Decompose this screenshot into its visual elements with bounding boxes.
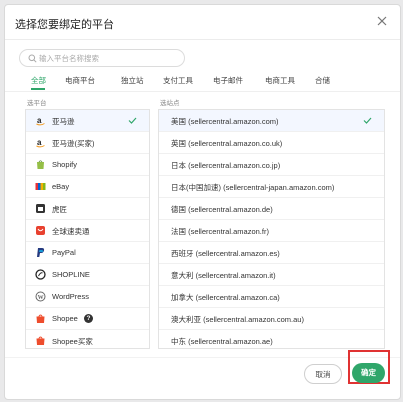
svg-text:a: a — [37, 116, 42, 125]
active-tab-indicator — [31, 88, 45, 90]
platform-item-label: WordPress — [52, 292, 89, 301]
platform-item-shopify[interactable]: Shopify — [26, 154, 149, 176]
tab-warehouse[interactable]: 合储 — [315, 75, 330, 86]
platform-section-label: 选平台 — [27, 100, 47, 107]
search-input[interactable] — [39, 52, 179, 64]
wordpress-icon: W — [35, 291, 46, 302]
site-item-it[interactable]: 意大利 (sellercentral.amazon.it) — [159, 264, 384, 286]
dialog-title: 选择您要绑定的平台 — [15, 19, 114, 31]
cancel-button[interactable]: 取消 — [304, 364, 342, 384]
shopee-icon — [36, 336, 45, 345]
site-item-ae[interactable]: 中东 (sellercentral.amazon.ae) — [159, 330, 384, 348]
site-item-label: 英国 (sellercentral.amazon.co.uk) — [171, 139, 283, 148]
site-item-jp[interactable]: 日本 (sellercentral.amazon.co.jp) — [159, 154, 384, 176]
platform-item-label: 亚马逊(买家) — [52, 139, 95, 148]
platform-item-label: 亚马逊 — [52, 117, 75, 126]
site-item-label: 中东 (sellercentral.amazon.ae) — [171, 337, 273, 346]
site-item-uk[interactable]: 英国 (sellercentral.amazon.co.uk) — [159, 132, 384, 154]
site-item-label: 日本 (sellercentral.amazon.co.jp) — [171, 161, 281, 170]
site-section-label: 选站点 — [160, 100, 180, 107]
category-tabs: 全部 电商平台 独立站 支付工具 电子邮件 电商工具 合储 — [5, 73, 400, 90]
svg-text:a: a — [37, 138, 42, 147]
site-item-label: 日本(中国加速) (sellercentral-japan.amazon.com… — [171, 183, 335, 192]
bind-platform-dialog: 选择您要绑定的平台 全部 电商平台 独立站 支付工具 电子邮件 电商工具 合储 … — [4, 4, 401, 400]
amazon-icon: a — [36, 138, 45, 148]
confirm-button[interactable]: 确定 — [352, 363, 385, 383]
tab-payment-tools[interactable]: 支付工具 — [163, 75, 193, 86]
platform-item-label: 虎匠 — [52, 205, 67, 214]
site-item-ca[interactable]: 加拿大 (sellercentral.amazon.ca) — [159, 286, 384, 308]
site-item-es[interactable]: 西班牙 (sellercentral.amazon.es) — [159, 242, 384, 264]
aliexpress-icon — [36, 226, 45, 235]
site-item-fr[interactable]: 法国 (sellercentral.amazon.fr) — [159, 220, 384, 242]
tab-ecommerce-tools[interactable]: 电商工具 — [265, 75, 295, 86]
check-icon — [128, 117, 137, 124]
platform-item-ebay[interactable]: eBay — [26, 176, 149, 198]
site-item-label: 意大利 (sellercentral.amazon.it) — [171, 271, 276, 280]
site-item-label: 美国 (sellercentral.amazon.com) — [171, 117, 279, 126]
amazon-icon: a — [36, 116, 45, 126]
close-icon[interactable] — [376, 15, 388, 27]
platform-item-paypal[interactable]: PayPal — [26, 242, 149, 264]
platform-item-label: Shopee买家 — [52, 337, 93, 346]
platform-item-store[interactable]: 虎匠 — [26, 198, 149, 220]
tabs-divider — [5, 91, 400, 92]
tab-email[interactable]: 电子邮件 — [213, 75, 243, 86]
platform-item-label: eBay — [52, 182, 70, 191]
shopline-icon — [35, 269, 46, 280]
platform-item-label: Shopee — [52, 314, 78, 323]
platform-search[interactable] — [19, 49, 185, 67]
store-icon — [36, 204, 45, 213]
site-item-label: 澳大利亚 (sellercentral.amazon.com.au) — [171, 315, 304, 324]
platform-item-amazon-buyer[interactable]: a 亚马逊(买家) — [26, 132, 149, 154]
help-icon[interactable]: ? — [84, 314, 93, 323]
search-icon — [28, 54, 37, 63]
svg-text:W: W — [38, 295, 44, 301]
site-item-label: 加拿大 (sellercentral.amazon.ca) — [171, 293, 280, 302]
footer-divider — [5, 357, 400, 358]
site-item-label: 法国 (sellercentral.amazon.fr) — [171, 227, 269, 236]
paypal-icon — [37, 248, 45, 257]
platform-item-shopline[interactable]: SHOPLINE — [26, 264, 149, 286]
platform-list: a 亚马逊 a 亚马逊(买家) Shopify eBay 虎匠 全球速卖通 Pa… — [25, 109, 150, 349]
platform-item-label: PayPal — [52, 248, 76, 257]
tab-ecommerce-platform[interactable]: 电商平台 — [65, 75, 95, 86]
platform-item-label: 全球速卖通 — [52, 227, 90, 236]
platform-item-aliexpress[interactable]: 全球速卖通 — [26, 220, 149, 242]
site-item-us[interactable]: 美国 (sellercentral.amazon.com) — [159, 110, 384, 132]
site-item-au[interactable]: 澳大利亚 (sellercentral.amazon.com.au) — [159, 308, 384, 330]
ebay-icon — [35, 183, 46, 190]
platform-item-label: Shopify — [52, 160, 78, 169]
dialog-header: 选择您要绑定的平台 — [5, 5, 400, 40]
platform-item-amazon[interactable]: a 亚马逊 — [26, 110, 149, 132]
shopee-icon — [36, 314, 45, 323]
site-item-jp-cn[interactable]: 日本(中国加速) (sellercentral-japan.amazon.com… — [159, 176, 384, 198]
shopify-icon — [37, 160, 44, 169]
platform-item-label: SHOPLINE — [52, 270, 90, 279]
site-item-de[interactable]: 德国 (sellercentral.amazon.de) — [159, 198, 384, 220]
check-icon — [363, 117, 372, 124]
tab-independent-site[interactable]: 独立站 — [121, 75, 144, 86]
tab-all[interactable]: 全部 — [31, 75, 46, 86]
site-list: 美国 (sellercentral.amazon.com) 英国 (seller… — [158, 109, 385, 349]
platform-item-shopee[interactable]: Shopee ? — [26, 308, 149, 330]
site-item-label: 德国 (sellercentral.amazon.de) — [171, 205, 273, 214]
platform-item-wordpress[interactable]: W WordPress — [26, 286, 149, 308]
site-item-label: 西班牙 (sellercentral.amazon.es) — [171, 249, 280, 258]
platform-item-shopee-buyer[interactable]: Shopee买家 — [26, 330, 149, 348]
